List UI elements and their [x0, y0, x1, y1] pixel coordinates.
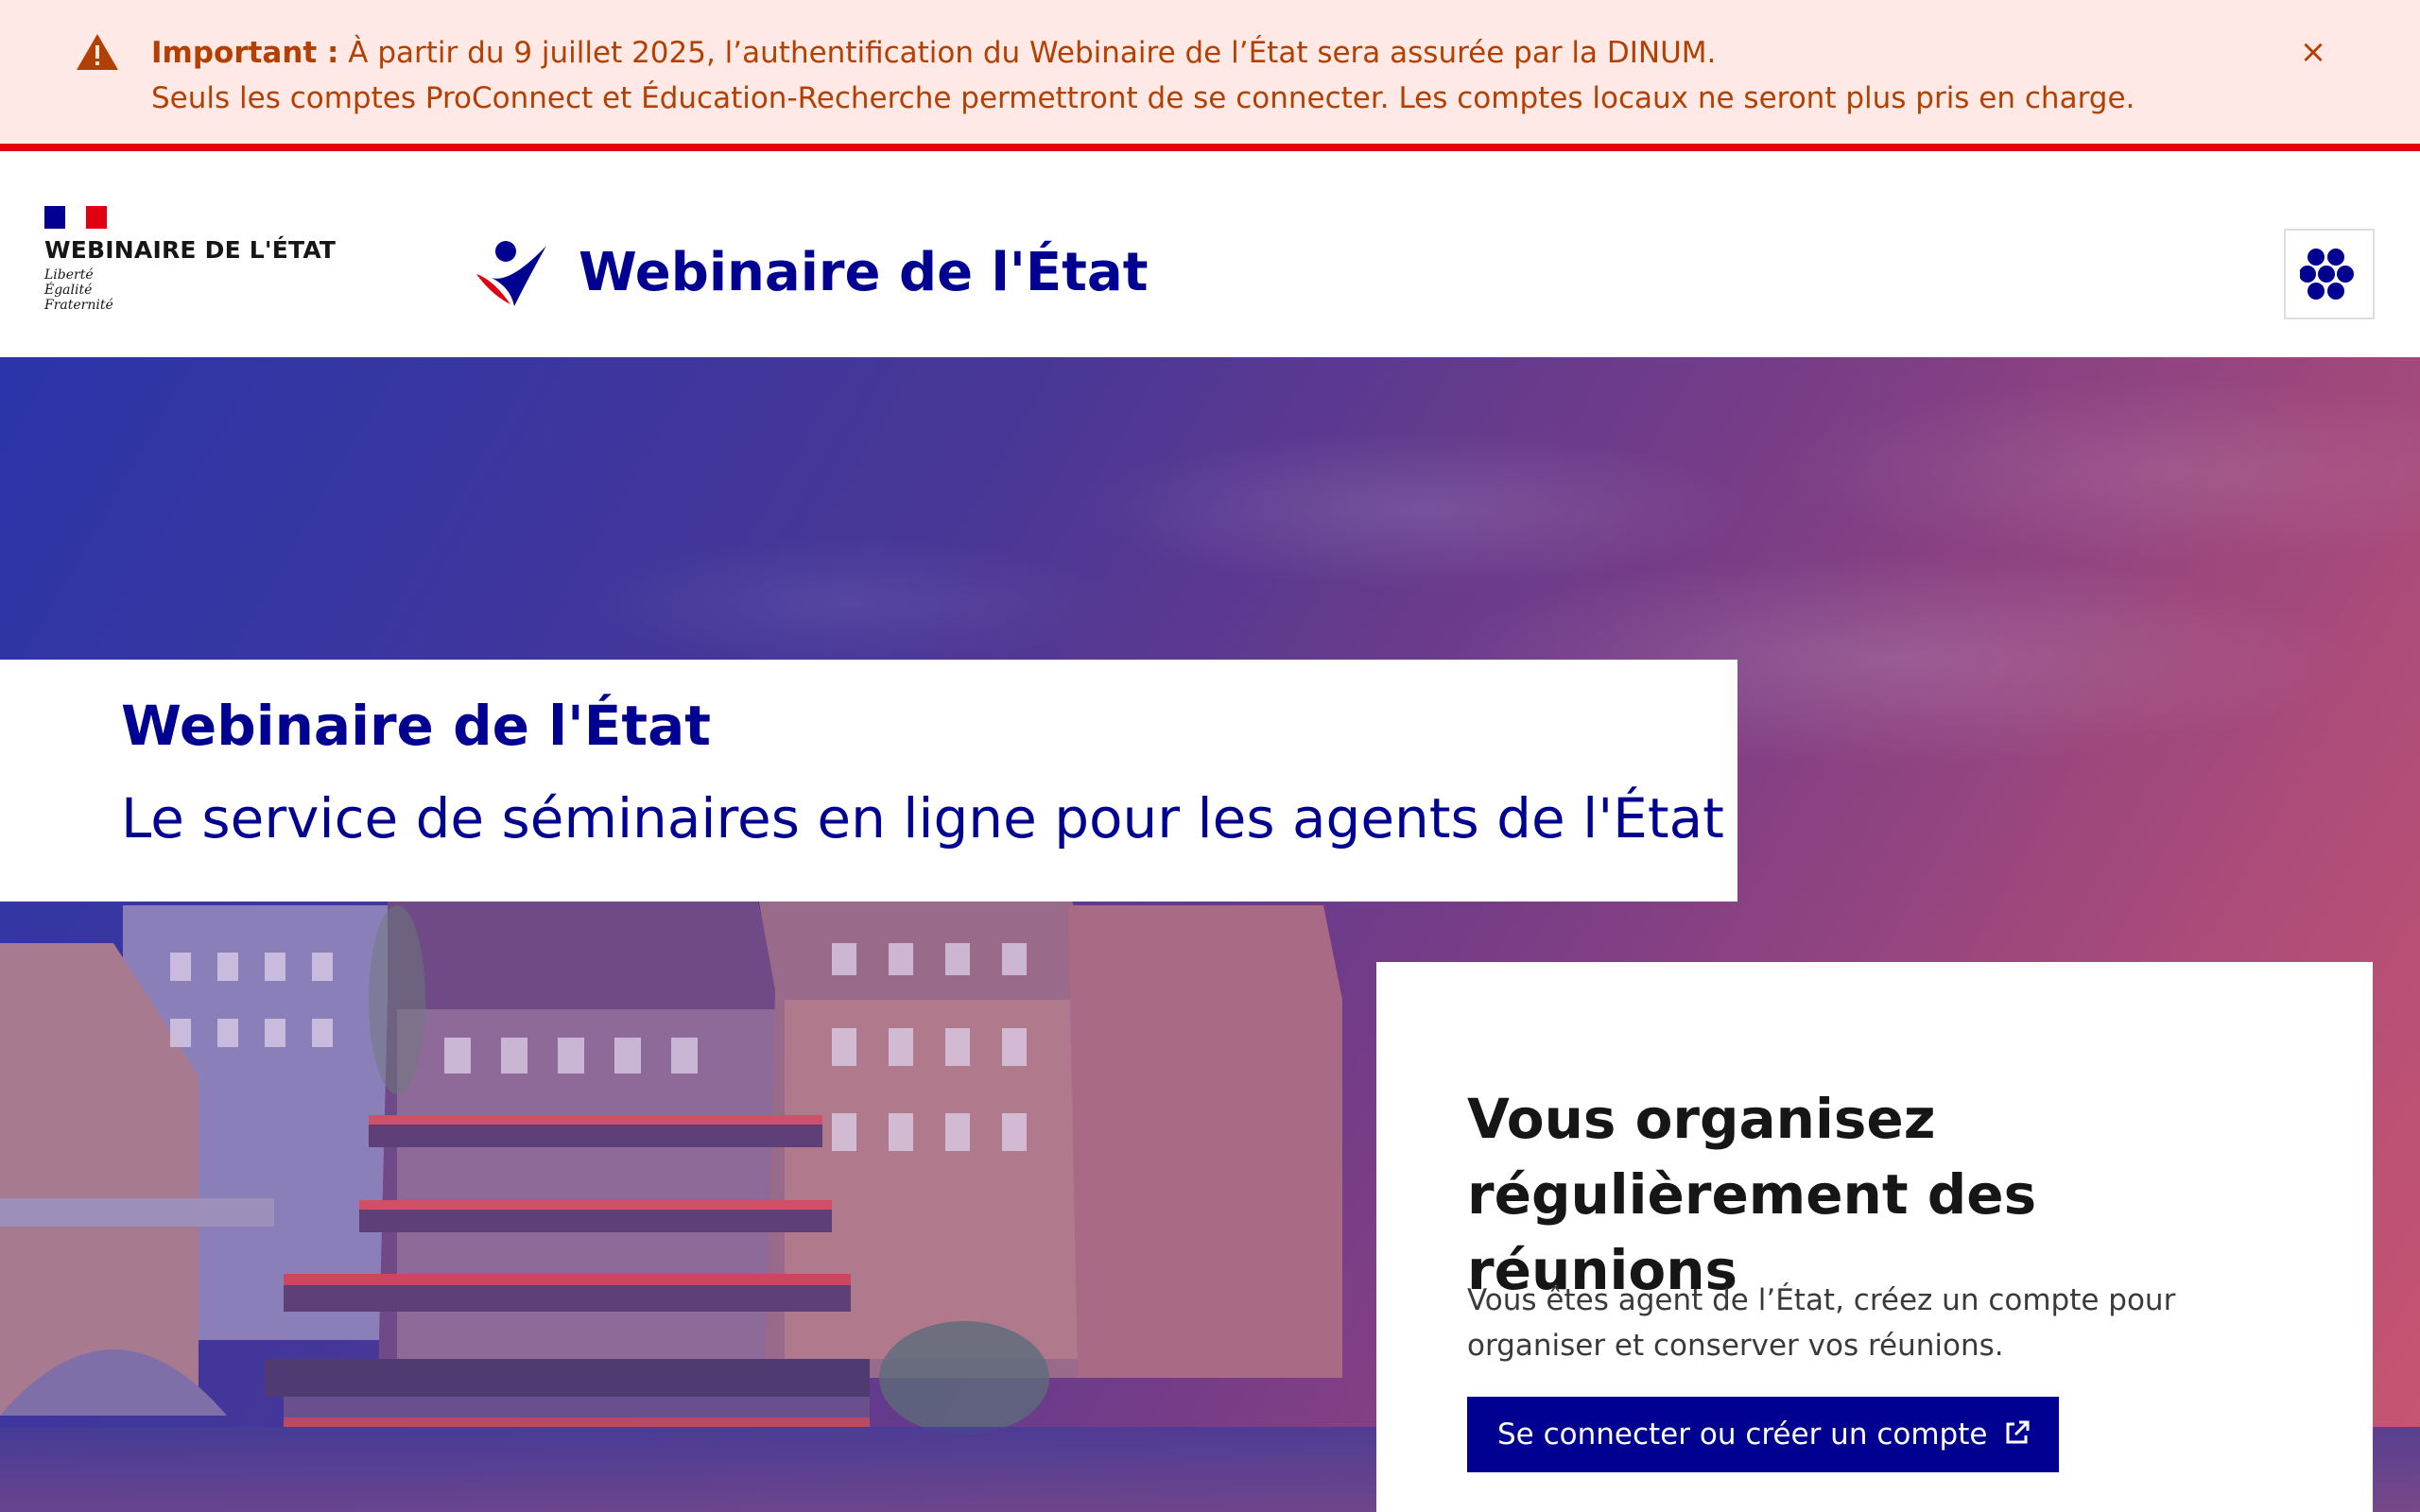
site-header: WEBINAIRE DE L'ÉTAT Liberté Égalité Frat… [0, 159, 2420, 357]
warning-icon [77, 34, 118, 70]
notice-text: Important : À partir du 9 juillet 2025, … [151, 30, 2250, 121]
hero-title: Webinaire de l'État [121, 694, 711, 758]
operator-logo[interactable]: WEBINAIRE DE L'ÉTAT Liberté Égalité Frat… [44, 206, 337, 313]
hero-section: Webinaire de l'État Le service de sémina… [0, 357, 2420, 1512]
notice-banner: Important : À partir du 9 juillet 2025, … [0, 0, 2420, 151]
service-logo-icon [476, 241, 546, 306]
apps-grid-icon [2300, 249, 2354, 300]
hero-city-image [0, 886, 1342, 1435]
login-button-label: Se connecter ou créer un compte [1497, 1418, 1988, 1452]
service-title[interactable]: Webinaire de l'État [579, 242, 1148, 303]
hero-title-card: Webinaire de l'État Le service de sémina… [0, 660, 1737, 902]
close-notice-button[interactable]: × [2293, 32, 2333, 72]
notice-line-1: À partir du 9 juillet 2025, l’authentifi… [348, 36, 1717, 70]
login-button[interactable]: Se connecter ou créer un compte [1467, 1397, 2059, 1472]
motto-liberte: Liberté [44, 267, 94, 283]
marianne-flag-icon [44, 206, 107, 229]
operator-name: WEBINAIRE DE L'ÉTAT [44, 236, 337, 264]
hero-subtitle: Le service de séminaires en ligne pour l… [121, 786, 1724, 850]
notice-line-2: Seuls les comptes ProConnect et Éducatio… [151, 81, 2135, 115]
login-card-heading: Vous organisez régulièrement des réunion… [1467, 1087, 2037, 1302]
login-card-text: Vous êtes agent de l’État, créez un comp… [1467, 1283, 2176, 1363]
login-card: Vous organisez régulièrement des réunion… [1376, 962, 2373, 1512]
motto-fraternite: Fraternité [44, 298, 113, 313]
motto-egalite: Égalité [44, 283, 93, 298]
external-link-icon [2006, 1420, 2030, 1444]
republic-motto: Liberté Égalité Fraternité [44, 267, 328, 313]
notice-label: Important : [151, 36, 339, 70]
apps-menu-button[interactable] [2284, 229, 2375, 319]
